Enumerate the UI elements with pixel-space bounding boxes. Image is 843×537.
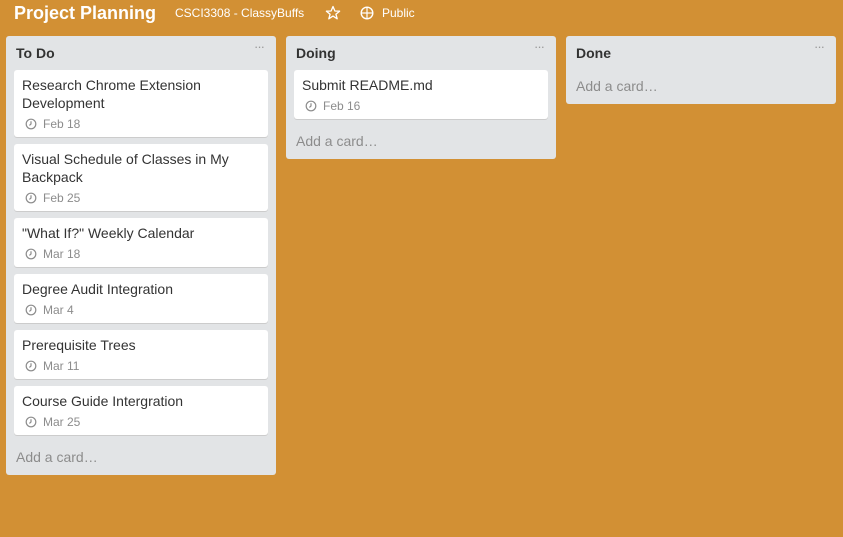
due-date-badge: Feb 25 [25,190,260,206]
list-header: Doing ··· [286,36,556,68]
card[interactable]: Visual Schedule of Classes in My Backpac… [14,144,268,211]
list-title[interactable]: To Do [16,45,55,61]
list-header: Done ··· [566,36,836,68]
list-menu-icon[interactable]: ··· [812,40,826,56]
board-header: Project Planning CSCI3308 - ClassyBuffs … [0,0,843,30]
due-date: Feb 25 [43,191,81,205]
card-title: Degree Audit Integration [22,281,173,297]
card-title: Submit README.md [302,77,433,93]
list-header: To Do ··· [6,36,276,68]
list-doing: Doing ··· Submit README.md Feb 16 Add a … [286,36,556,159]
card-list: Submit README.md Feb 16 [286,68,556,119]
due-date-badge: Feb 18 [25,116,260,132]
card[interactable]: Course Guide Intergration Mar 25 [14,386,268,435]
due-date: Feb 16 [323,99,361,113]
due-date-badge: Mar 18 [25,246,260,262]
clock-icon [25,304,37,316]
list-done: Done ··· Add a card… [566,36,836,104]
board-organization-link[interactable]: CSCI3308 - ClassyBuffs [175,6,304,20]
clock-icon [25,118,37,130]
clock-icon [25,192,37,204]
add-card-button[interactable]: Add a card… [286,126,556,159]
card[interactable]: Prerequisite Trees Mar 11 [14,330,268,379]
due-date: Mar 18 [43,247,81,261]
card[interactable]: "What If?" Weekly Calendar Mar 18 [14,218,268,267]
clock-icon [25,416,37,428]
card-title: Prerequisite Trees [22,337,136,353]
card[interactable]: Degree Audit Integration Mar 4 [14,274,268,323]
clock-icon [305,100,317,112]
visibility-button[interactable]: Public [360,5,415,21]
add-card-button[interactable]: Add a card… [566,68,836,104]
card-title: "What If?" Weekly Calendar [22,225,195,241]
due-date-badge: Mar 4 [25,302,260,318]
card[interactable]: Research Chrome Extension Development Fe… [14,70,268,137]
due-date: Feb 18 [43,117,81,131]
list-to-do: To Do ··· Research Chrome Extension Deve… [6,36,276,475]
due-date-badge: Mar 25 [25,414,260,430]
due-date: Mar 11 [43,359,80,373]
card-title: Visual Schedule of Classes in My Backpac… [22,151,229,185]
list-title[interactable]: Doing [296,45,336,61]
add-card-button[interactable]: Add a card… [6,442,276,475]
card-title: Course Guide Intergration [22,393,184,409]
card[interactable]: Submit README.md Feb 16 [294,70,548,119]
card-title: Research Chrome Extension Development [22,77,201,111]
clock-icon [25,360,37,372]
list-menu-icon[interactable]: ··· [252,40,266,56]
list-menu-icon[interactable]: ··· [532,40,546,56]
visibility-label: Public [382,6,415,20]
due-date-badge: Feb 16 [305,98,540,114]
clock-icon [25,248,37,260]
due-date-badge: Mar 11 [25,358,260,374]
star-icon[interactable] [325,5,341,21]
due-date: Mar 25 [43,415,81,429]
board-title[interactable]: Project Planning [14,3,156,24]
list-title[interactable]: Done [576,45,611,61]
card-list: Research Chrome Extension Development Fe… [6,68,276,435]
globe-icon [360,6,374,20]
due-date: Mar 4 [43,303,74,317]
